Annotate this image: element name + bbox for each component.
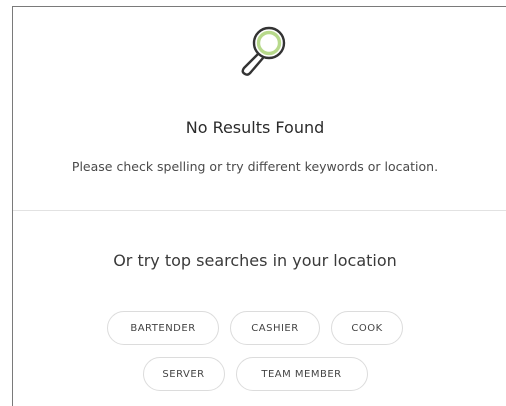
top-searches-heading: Or try top searches in your location (113, 251, 397, 270)
no-results-message: Please check spelling or try different k… (71, 159, 439, 174)
no-results-title: No Results Found (185, 118, 325, 137)
chip-team-member[interactable]: TEAM MEMBER (235, 357, 368, 391)
chip-cook[interactable]: COOK (331, 311, 403, 345)
chip-row-1: BARTENDER CASHIER COOK (13, 311, 497, 345)
chip-bartender[interactable]: BARTENDER (107, 311, 219, 345)
chip-server[interactable]: SERVER (142, 357, 225, 391)
search-icon (235, 21, 291, 83)
chip-row-2: SERVER TEAM MEMBER (13, 357, 497, 391)
chip-cashier[interactable]: CASHIER (230, 311, 320, 345)
section-divider (13, 210, 506, 211)
no-results-panel: No Results Found Please check spelling o… (12, 6, 506, 406)
